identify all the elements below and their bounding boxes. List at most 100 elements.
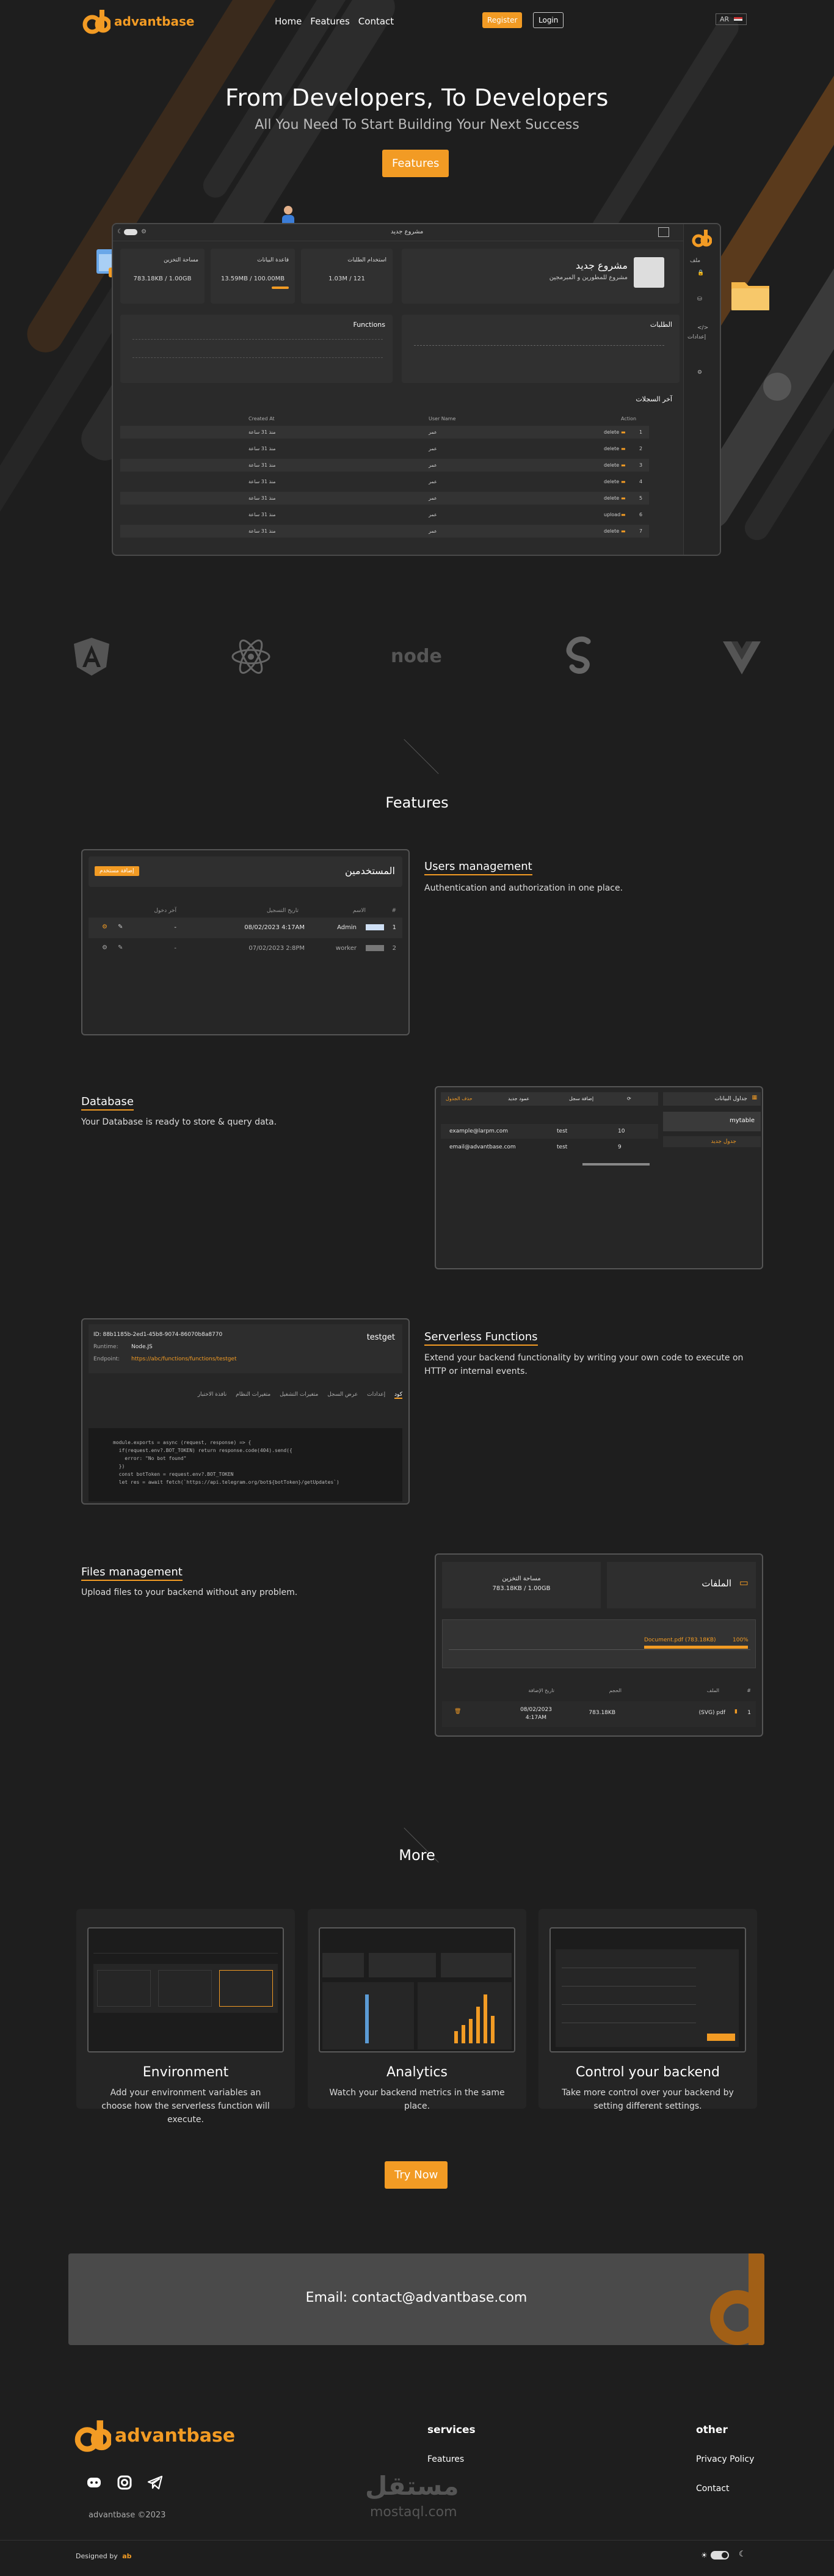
upload-card: Document.pdf (783.18KB) 100% bbox=[442, 1619, 756, 1668]
edit-icon[interactable]: ✎ bbox=[118, 944, 123, 951]
theme-toggle[interactable] bbox=[124, 229, 137, 235]
footer-link-privacy[interactable]: Privacy Policy bbox=[696, 2454, 754, 2464]
footer-link-contact[interactable]: Contact bbox=[696, 2484, 729, 2494]
register-button[interactable]: Register bbox=[482, 12, 523, 28]
divider bbox=[562, 2004, 696, 2005]
tab-logs[interactable]: عرض السجل bbox=[327, 1392, 358, 1398]
sidebar-item-file[interactable]: ملف bbox=[690, 258, 700, 264]
trash-icon[interactable]: 🗑 bbox=[454, 1709, 461, 1715]
copyright: advantbase ©2023 bbox=[89, 2511, 166, 2520]
records-title: آخر السجلات bbox=[636, 395, 672, 403]
stat-value: 1.03M / 121 bbox=[328, 275, 365, 282]
row-action: delete bbox=[604, 446, 620, 451]
hero-features-button[interactable]: Features bbox=[382, 150, 449, 177]
row-action: delete bbox=[604, 479, 620, 484]
nav-contact[interactable]: Contact bbox=[358, 16, 394, 27]
theme-toggle[interactable] bbox=[711, 2551, 729, 2560]
contact-email[interactable]: Email: contact@advantbase.com bbox=[68, 2290, 764, 2305]
preview-bar bbox=[462, 2025, 465, 2043]
instagram-icon[interactable] bbox=[116, 2474, 133, 2491]
user-role: worker bbox=[335, 945, 357, 952]
code-icon[interactable]: </> bbox=[697, 325, 708, 331]
tables-title: جداول البيانات bbox=[714, 1096, 747, 1102]
col-size: الحجم bbox=[609, 1688, 622, 1693]
table-row[interactable]: منذ 31 ساعة عمر delete ▬ 7 bbox=[120, 525, 649, 538]
table-row[interactable]: منذ 31 ساعة عمر delete ▬ 5 bbox=[120, 492, 649, 505]
stat-value: 783.18KB / 1.00GB bbox=[133, 275, 192, 282]
gear-icon[interactable]: ⚙ bbox=[141, 228, 147, 235]
edit-icon[interactable]: ✎ bbox=[118, 924, 123, 930]
table-row[interactable]: 2 worker 07/02/2023 2:8PM - ⚙ ✎ bbox=[89, 938, 402, 959]
sidebar-logo-icon bbox=[691, 228, 713, 249]
add-row-button[interactable]: إضافة سجل bbox=[569, 1096, 593, 1101]
more-card-desc: Watch your backend metrics in the same p… bbox=[329, 2088, 505, 2111]
table-row[interactable]: منذ 31 ساعة عمر upload ▬ 6 bbox=[120, 508, 649, 521]
database-icon[interactable]: ⛁ bbox=[697, 296, 702, 302]
table-row[interactable]: 1 Admin 08/02/2023 4:17AM - ⚙ ✎ bbox=[89, 918, 402, 938]
table-row[interactable]: 1 ▮ (SVG) pdf 783.18KB 08/02/2023 4:17AM… bbox=[442, 1701, 756, 1727]
designer-logo-icon[interactable]: ab bbox=[122, 2552, 131, 2560]
footer-other-title: other bbox=[696, 2424, 728, 2436]
refresh-icon[interactable]: ⟳ bbox=[627, 1096, 631, 1101]
add-table-button[interactable]: جدول جديد bbox=[663, 1136, 761, 1147]
table-row[interactable]: example@larpm.com test 10 bbox=[441, 1124, 658, 1139]
language-label: AR bbox=[720, 15, 730, 23]
dashboard-sidebar: ملف 🔒 ⛁ </> إعدادات ⚙ bbox=[683, 224, 720, 555]
node-logo-icon: node bbox=[390, 635, 444, 678]
folder-icon: ▬ bbox=[621, 528, 626, 534]
language-switch[interactable]: AR bbox=[716, 13, 747, 25]
tab-test[interactable]: نافذة الاختبار bbox=[198, 1392, 227, 1398]
settings-icon[interactable]: ⚙ bbox=[102, 944, 107, 951]
sidebar-item-settings[interactable]: إعدادات bbox=[687, 334, 706, 340]
table-row[interactable]: منذ 31 ساعة عمر delete ▬ 4 bbox=[120, 475, 649, 488]
folder-icon: ▬ bbox=[621, 495, 626, 501]
endpoint-link[interactable]: https://abc/functions/functions/testget bbox=[131, 1356, 237, 1362]
col-date: تاريخ الإضافة bbox=[528, 1688, 554, 1693]
add-column-button[interactable]: عمود جديد bbox=[508, 1096, 529, 1101]
row-date: منذ 31 ساعة bbox=[248, 512, 276, 517]
settings-icon[interactable]: ⚙ bbox=[102, 924, 107, 930]
feature-desc-database: Your Database is ready to store & query … bbox=[81, 1117, 277, 1127]
tab-code[interactable]: كود bbox=[394, 1392, 402, 1399]
logo-mark-icon bbox=[82, 7, 112, 35]
preview-chart bbox=[322, 1982, 414, 2049]
preview-box-selected bbox=[219, 1970, 273, 2007]
tab-settings[interactable]: إعدادات bbox=[367, 1392, 385, 1398]
table-row[interactable]: منذ 31 ساعة عمر delete ▬ 3 bbox=[120, 459, 649, 472]
table-row[interactable]: منذ 31 ساعة عمر delete ▬ 1 bbox=[120, 426, 649, 439]
telegram-icon[interactable] bbox=[147, 2474, 164, 2491]
row-id: 10 bbox=[618, 1128, 625, 1134]
designed-by-label: Designed by bbox=[76, 2552, 118, 2560]
login-button[interactable]: Login bbox=[533, 12, 564, 28]
user-avatar bbox=[366, 924, 384, 930]
footer-link-features[interactable]: Features bbox=[427, 2454, 464, 2464]
tab-system-vars[interactable]: متغيرات النظام bbox=[236, 1392, 270, 1398]
lock-icon[interactable]: 🔒 bbox=[697, 270, 704, 276]
nav-home[interactable]: Home bbox=[275, 16, 302, 27]
nav-features[interactable]: Features bbox=[310, 16, 350, 27]
delete-table-button[interactable]: حذف الجدول bbox=[446, 1096, 473, 1101]
tab-runtime-vars[interactable]: متغيرات التشغيل bbox=[280, 1392, 318, 1398]
endpoint-label: Endpoint: bbox=[93, 1356, 120, 1362]
table-row[interactable]: email@advantbase.com test 9 bbox=[441, 1140, 658, 1155]
table-row[interactable]: منذ 31 ساعة عمر delete ▬ 2 bbox=[120, 442, 649, 455]
stat-card-storage: مساحة التخزين 783.18KB / 1.00GB bbox=[120, 249, 205, 304]
footer-brand-logo[interactable]: advantbase bbox=[74, 2417, 235, 2454]
row-date: منذ 31 ساعة bbox=[248, 429, 276, 435]
try-now-button[interactable]: Try Now bbox=[385, 2161, 448, 2189]
preview-stat bbox=[369, 1953, 436, 1977]
row-index: 5 bbox=[639, 495, 643, 501]
settings-icon[interactable]: ⚙ bbox=[697, 370, 702, 376]
row-user: عمر bbox=[429, 528, 437, 534]
scrollbar[interactable] bbox=[582, 1163, 650, 1166]
folder-icon: ▬ bbox=[621, 462, 626, 468]
svg-text:node: node bbox=[391, 646, 442, 667]
brand-logo[interactable]: advantbase bbox=[82, 7, 194, 35]
table-list-item[interactable]: mytable bbox=[663, 1112, 761, 1131]
dashboard-topbar: ☾ ⚙ مشروع جديد bbox=[113, 224, 720, 241]
menu-icon[interactable] bbox=[658, 227, 669, 237]
add-user-button[interactable]: إضافة مستخدم bbox=[95, 866, 139, 876]
code-editor[interactable]: module.exports = async (request, respons… bbox=[89, 1428, 402, 1501]
preview-bar bbox=[476, 2007, 480, 2043]
discord-icon[interactable] bbox=[85, 2474, 103, 2491]
